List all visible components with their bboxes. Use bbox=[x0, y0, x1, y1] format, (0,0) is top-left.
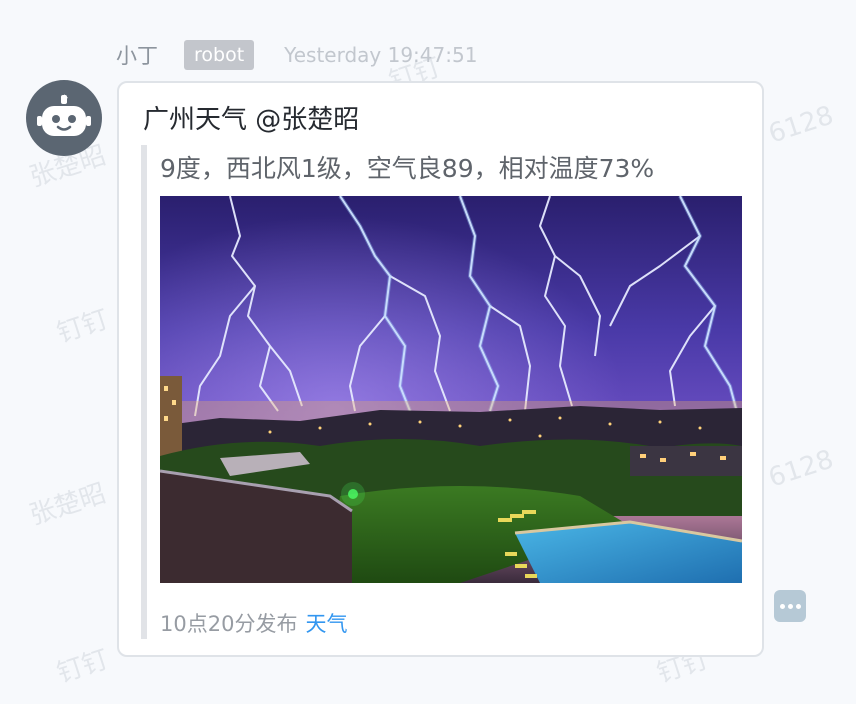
more-options-button[interactable] bbox=[774, 590, 806, 622]
publish-time: 10点20分发布 bbox=[160, 612, 298, 636]
watermark: 6128 bbox=[764, 100, 838, 150]
robot-badge: robot bbox=[184, 40, 255, 70]
sender-name[interactable]: 小丁 bbox=[116, 40, 158, 70]
avatar[interactable] bbox=[26, 80, 102, 156]
robot-icon bbox=[37, 94, 91, 136]
lightning-photo[interactable] bbox=[160, 196, 742, 583]
watermark: 张楚昭 bbox=[26, 478, 110, 532]
watermark: 6128 bbox=[764, 444, 838, 494]
message-timestamp: Yesterday 19:47:51 bbox=[284, 43, 478, 67]
card-footer: 10点20分发布 天气 bbox=[160, 608, 347, 638]
lightning-image bbox=[160, 196, 742, 583]
message-header: 小丁 robot Yesterday 19:47:51 bbox=[116, 38, 477, 72]
chat-panel: 钉钉 6128 张楚昭 钉钉 张楚昭 6128 钉钉 钉钉 小丁 robot Y… bbox=[0, 0, 856, 704]
watermark: 钉钉 bbox=[53, 304, 113, 350]
weather-link[interactable]: 天气 bbox=[305, 612, 347, 636]
card-title: 广州天气 @张楚昭 bbox=[143, 105, 360, 135]
more-icon bbox=[779, 603, 785, 609]
weather-summary: 9度，西北风1级，空气良89，相对温度73% bbox=[160, 154, 655, 183]
message-card[interactable]: 广州天气 @张楚昭 9度，西北风1级，空气良89，相对温度73% 10点20分发… bbox=[117, 81, 764, 657]
watermark: 钉钉 bbox=[53, 644, 113, 690]
quote-bar bbox=[141, 145, 147, 639]
